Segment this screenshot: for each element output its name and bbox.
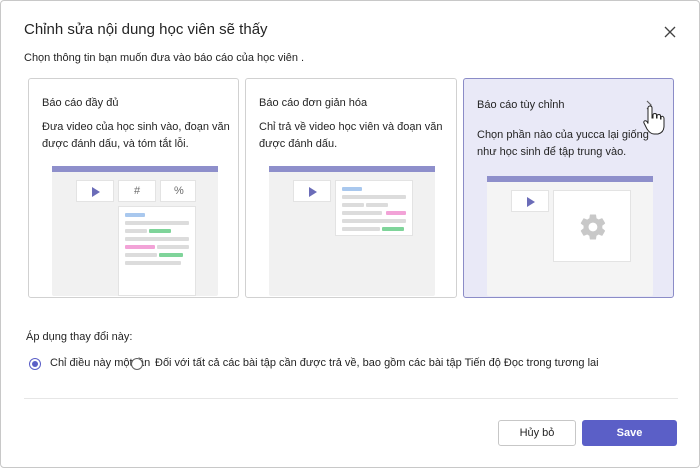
- simplified-report-illustration: [269, 166, 435, 296]
- dialog-subtitle: Chọn thông tin bạn muốn đưa vào báo cáo …: [24, 52, 305, 64]
- gear-icon: [580, 214, 606, 240]
- video-tile: [293, 180, 331, 202]
- card-description: Đưa video của học sinh vào, đoạn văn đượ…: [42, 121, 230, 150]
- video-tile: [76, 180, 114, 202]
- dialog: Chỉnh sửa nội dung học viên sẽ thấy Chọn…: [0, 0, 700, 468]
- apply-changes-label: Áp dụng thay đổi này:: [26, 331, 133, 343]
- dialog-title: Chỉnh sửa nội dung học viên sẽ thấy: [24, 21, 268, 38]
- play-icon: [527, 197, 535, 207]
- radio-label-all-assignments[interactable]: Đối với tất cả các bài tập cần được trả …: [155, 357, 599, 369]
- card-description: Chỉ trả về video học viên và đoạn văn đư…: [259, 121, 443, 150]
- report-option-full[interactable]: Báo cáo đầy đủ Đưa video của học sinh và…: [28, 78, 239, 298]
- close-icon[interactable]: [659, 21, 681, 43]
- full-report-illustration: # %: [52, 166, 218, 296]
- video-tile: [511, 190, 549, 212]
- card-title: Báo cáo đầy đủ: [42, 97, 119, 109]
- custom-report-illustration: [487, 176, 653, 296]
- divider: [24, 398, 678, 399]
- save-button[interactable]: Save: [582, 420, 677, 446]
- settings-tile: [553, 190, 631, 262]
- play-icon: [309, 187, 317, 197]
- report-option-simplified[interactable]: Báo cáo đơn giản hóa Chỉ trả về video họ…: [245, 78, 457, 298]
- passage-tile: [335, 180, 413, 236]
- card-description: Chọn phần nào của yucca lại giống như họ…: [477, 129, 649, 158]
- play-icon: [92, 187, 100, 197]
- report-option-custom[interactable]: Báo cáo tùy chỉnh Chọn phần nào của yucc…: [463, 78, 674, 298]
- passage-tile: [118, 206, 196, 296]
- radio-all-assignments[interactable]: [131, 358, 143, 370]
- cancel-button[interactable]: Hủy bỏ: [498, 420, 576, 446]
- hash-symbol: #: [134, 185, 141, 197]
- card-title: Báo cáo tùy chỉnh: [477, 99, 565, 111]
- stat-tile: %: [160, 180, 196, 202]
- stat-tile: #: [118, 180, 156, 202]
- percent-symbol: %: [174, 185, 184, 197]
- card-title: Báo cáo đơn giản hóa: [259, 97, 368, 109]
- radio-this-once[interactable]: [29, 358, 41, 370]
